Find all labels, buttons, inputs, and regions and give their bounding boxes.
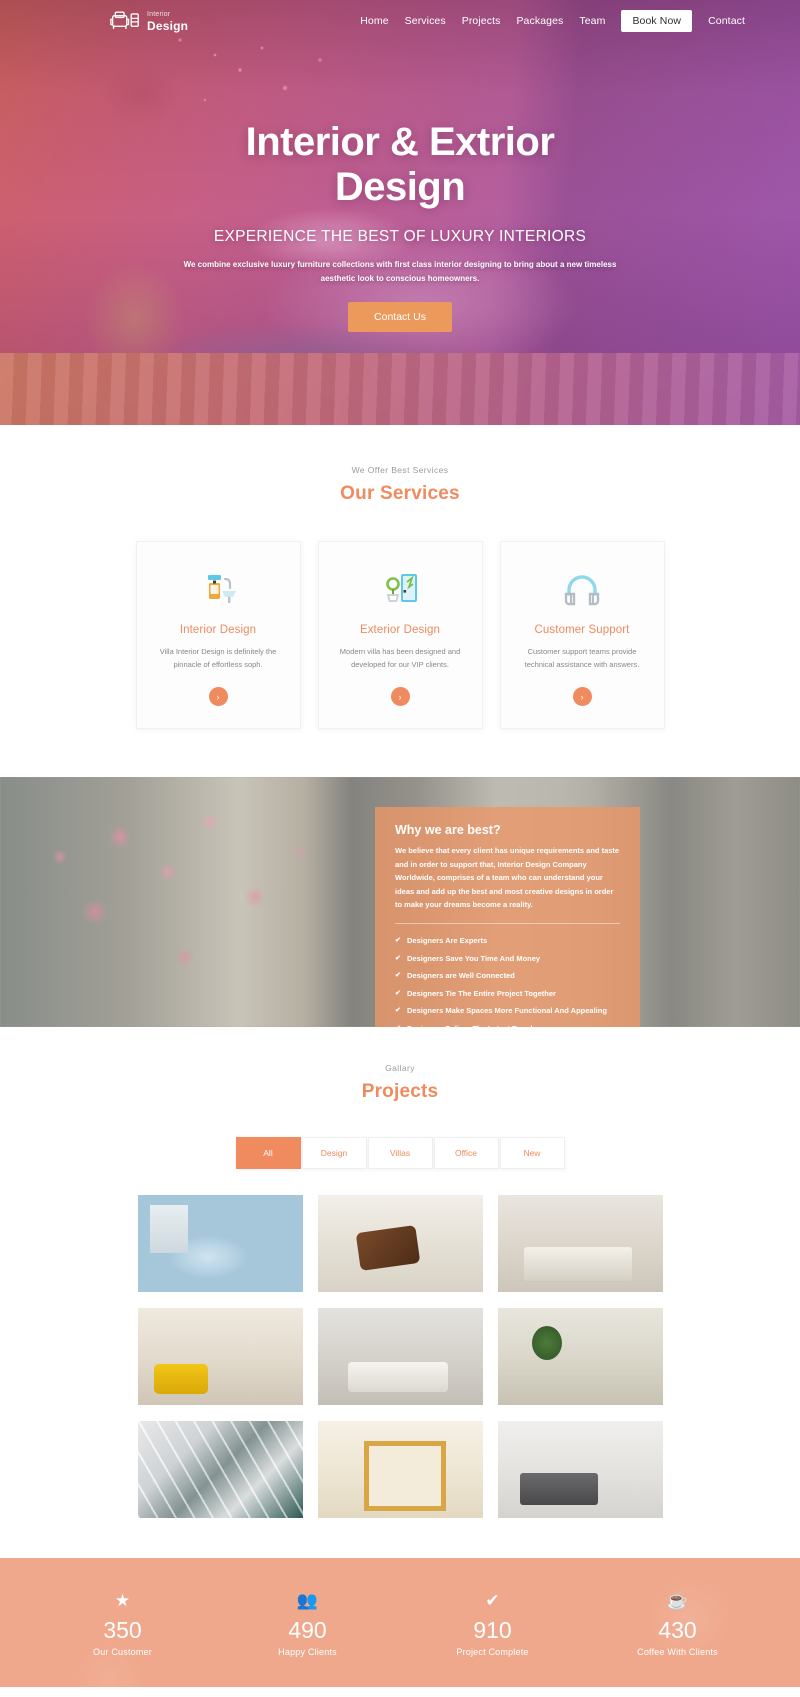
benefit-item: Designers are Well Connected: [395, 968, 620, 986]
coffee-cup-icon: ☕: [666, 1591, 689, 1611]
service-card-exterior-design[interactable]: Exterior Design Modern villa has been de…: [317, 541, 483, 730]
logo-text-top: Interior: [147, 10, 171, 18]
service-card-description: Villa Interior Design is definitely the …: [159, 647, 277, 670]
project-tile-modern-kitchen-island[interactable]: [137, 1195, 303, 1293]
headset-icon: [517, 568, 648, 610]
hero-floor-decoration: [0, 353, 800, 425]
project-tile-wooden-frame-armchair[interactable]: [317, 1421, 483, 1519]
service-card-description: Customer support teams provide technical…: [524, 647, 640, 670]
logo-text: Interior Design: [147, 11, 188, 32]
why-best-benefit-list: Designers Are Experts Designers Save You…: [395, 933, 620, 1028]
benefit-item: Designers Are Experts: [395, 933, 620, 951]
service-card-title: Customer Support: [534, 624, 630, 636]
filter-tab-all[interactable]: All: [235, 1137, 301, 1170]
benefit-item: Designers Tie The Entire Project Togethe…: [395, 985, 620, 1003]
service-card-arrow-button[interactable]: ›: [390, 687, 410, 707]
service-card-description: Modern villa has been designed and devel…: [339, 647, 461, 670]
main-navigation: Interior Design Home Services Projects P…: [0, 0, 800, 42]
service-card-title: Interior Design: [179, 624, 257, 636]
stat-coffee-with-clients: ☕ 430 Coffee With Clients: [615, 1592, 740, 1656]
service-card-title: Exterior Design: [359, 624, 441, 636]
services-section: We Offer Best Services Our Services Inte…: [0, 425, 800, 778]
site-logo[interactable]: Interior Design: [110, 8, 188, 34]
hero-subtitle: EXPERIENCE THE BEST OF LUXURY INTERIORS: [213, 227, 587, 245]
sink-faucet-icon: [153, 568, 284, 610]
hero-section: Interior Design Home Services Projects P…: [0, 0, 800, 425]
star-icon: ★: [114, 1591, 131, 1611]
stat-our-customer: ★ 350 Our Customer: [60, 1592, 185, 1656]
service-card-interior-design[interactable]: Interior Design Villa Interior Design is…: [135, 541, 301, 730]
stat-label: Coffee With Clients: [637, 1646, 718, 1657]
service-card-customer-support[interactable]: Customer Support Customer support teams …: [499, 541, 665, 730]
project-tile-lounge-chair-living-room[interactable]: [317, 1195, 483, 1293]
project-tile-white-sofa-fireplace[interactable]: [317, 1308, 483, 1406]
services-title: Our Services: [340, 483, 460, 504]
nav-item-services[interactable]: Services: [405, 15, 446, 27]
projects-section: Gallary Projects All Design Villas Offic…: [0, 1027, 800, 1559]
service-card-arrow-button[interactable]: ›: [572, 687, 592, 707]
project-tile-grey-bedroom-suite[interactable]: [497, 1195, 663, 1293]
stat-number: 430: [658, 1617, 697, 1644]
filter-tab-design[interactable]: Design: [301, 1137, 367, 1170]
contact-us-button[interactable]: Contact Us: [348, 301, 452, 332]
armchair-icon: [110, 11, 139, 29]
nav-item-home[interactable]: Home: [360, 15, 388, 27]
benefit-item: Designers Deliver The Latest Trends: [395, 1020, 620, 1028]
projects-title: Projects: [361, 1081, 439, 1103]
why-best-panel: Why we are best? We believe that every c…: [375, 807, 640, 1028]
nav-item-book-now[interactable]: Book Now: [621, 10, 693, 32]
hero-description: We combine exclusive luxury furniture co…: [183, 259, 617, 283]
stat-happy-clients: 👥 490 Happy Clients: [245, 1592, 370, 1656]
people-icon: 👥: [296, 1591, 319, 1611]
check-icon: ✔: [485, 1591, 500, 1611]
benefit-item: Designers Save You Time And Money: [395, 950, 620, 968]
door-plant-icon: [335, 568, 466, 610]
nav-item-team[interactable]: Team: [579, 15, 605, 27]
why-divider: [395, 922, 620, 924]
project-tile-grey-sectional-artwork[interactable]: [497, 1421, 663, 1519]
filter-tab-office[interactable]: Office: [433, 1137, 499, 1170]
projects-eyebrow: Gallary: [385, 1063, 415, 1074]
services-eyebrow: We Offer Best Services: [351, 465, 449, 475]
stat-label: Our Customer: [93, 1646, 152, 1657]
why-best-title: Why we are best?: [395, 823, 501, 838]
stat-label: Happy Clients: [278, 1646, 337, 1657]
nav-links: Home Services Projects Packages Team Boo…: [360, 10, 745, 32]
filter-tab-new[interactable]: New: [499, 1137, 565, 1170]
statistics-bar: ★ 350 Our Customer 👥 490 Happy Clients ✔…: [0, 1558, 800, 1687]
logo-text-bottom: Design: [147, 18, 189, 33]
why-best-section: Why we are best? We believe that every c…: [0, 777, 800, 1028]
hero-content: Interior & Extrior Design EXPERIENCE THE…: [0, 42, 800, 332]
filter-tab-villas[interactable]: Villas: [367, 1137, 433, 1170]
stat-number: 490: [288, 1617, 327, 1644]
stat-label: Project Complete: [456, 1646, 529, 1657]
stat-number: 910: [473, 1617, 512, 1644]
project-gallery-grid: [137, 1195, 663, 1519]
service-cards: Interior Design Villa Interior Design is…: [0, 541, 800, 730]
project-filter-tabs: All Design Villas Office New: [0, 1137, 800, 1170]
nav-item-packages[interactable]: Packages: [516, 15, 563, 27]
service-card-arrow-button[interactable]: ›: [208, 687, 228, 707]
why-best-text: We believe that every client has unique …: [395, 846, 620, 910]
nav-item-projects[interactable]: Projects: [462, 15, 501, 27]
nav-item-contact[interactable]: Contact: [708, 15, 745, 27]
project-tile-green-plant-sitting-area[interactable]: [497, 1308, 663, 1406]
benefit-item: Designers Make Spaces More Functional An…: [395, 1003, 620, 1021]
stat-number: 350: [103, 1617, 142, 1644]
project-tile-yellow-sofa-open-plan[interactable]: [137, 1308, 303, 1406]
project-tile-geometric-mirror-wall[interactable]: [137, 1421, 303, 1519]
hero-title: Interior & Extrior Design: [245, 120, 555, 209]
stat-project-complete: ✔ 910 Project Complete: [430, 1592, 555, 1656]
